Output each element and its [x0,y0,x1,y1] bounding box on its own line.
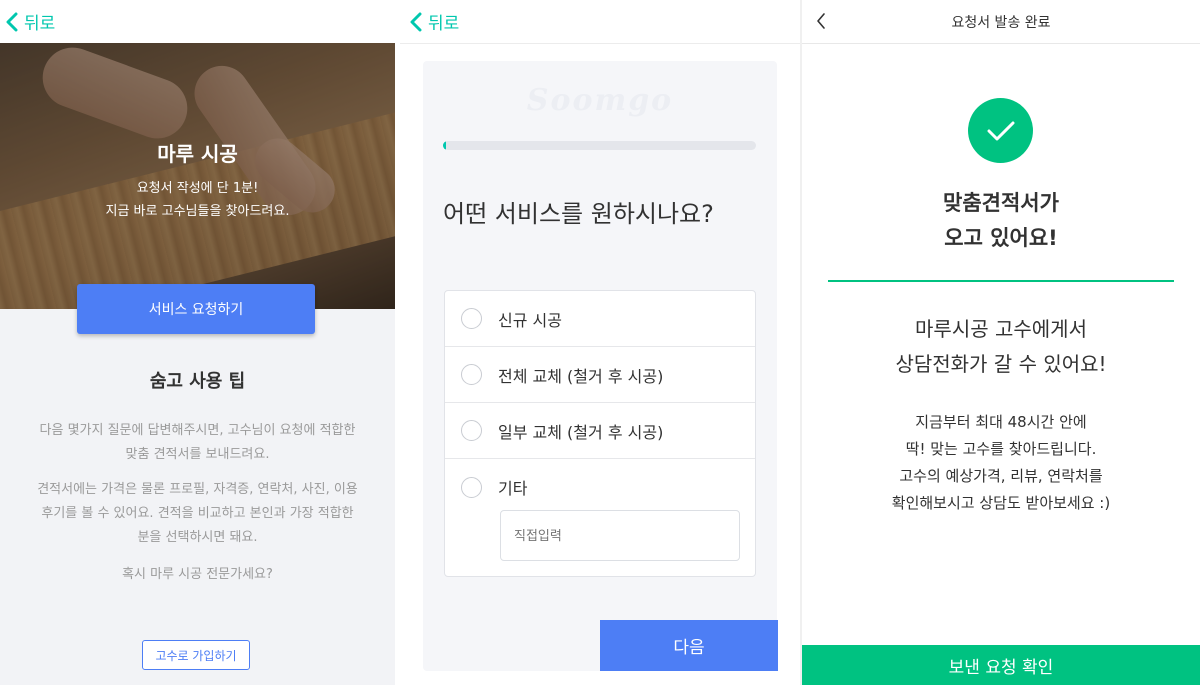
view-sent-request-button[interactable]: 보낸 요청 확인 [802,645,1200,685]
back-label: 뒤로 [24,14,56,34]
option-label: 신규 시공 [498,310,562,330]
radio-icon[interactable] [461,308,482,329]
top-bar: 뒤로 [0,0,395,43]
call-notice: 마루시공 고수에게서 상담전화가 갈 수 있어요! [895,317,1107,376]
tips-title: 숨고 사용 팁 [149,371,246,392]
next-button[interactable]: 다음 [600,620,778,671]
back-button[interactable]: 뒤로 [6,9,55,34]
checkmark-icon [987,121,1014,140]
back-label: 뒤로 [428,14,460,34]
service-intro-screen: 뒤로 마루 시공 요청서 작성에 단 1분! 지금 바로 고수님들을 찾아드려요… [0,0,395,685]
radio-icon[interactable] [461,476,482,498]
service-question-screen: 뒤로 Soomgo 어떤 서비스를 원하시나요? 신규 시공 전체 교체 (철거… [400,0,800,685]
page-title: 요청서 발송 완료 [951,14,1051,31]
join-as-pro-button[interactable]: 고수로 가입하기 [142,640,250,670]
back-button[interactable]: 뒤로 [410,9,459,34]
question-card: Soomgo 어떤 서비스를 원하시나요? 신규 시공 전체 교체 (철거 후 … [423,61,777,671]
chevron-left-icon [410,12,422,31]
section-divider [828,280,1174,282]
question-title: 어떤 서비스를 원하시나요? [443,200,714,228]
tips-section: 숨고 사용 팁 다음 몇가지 질문에 답변해주시면, 고수님이 요청에 적합한 … [0,309,395,685]
option-full-replace[interactable]: 전체 교체 (철거 후 시공) [445,347,755,403]
tip-paragraph: 다음 몇가지 질문에 답변해주시면, 고수님이 요청에 적합한 맞춤 견적서를 … [39,423,356,462]
back-button[interactable] [816,12,826,34]
info-text: 지금부터 최대 48시간 안에 딱! 맞는 고수를 찾아드립니다. 고수의 예상… [891,413,1111,512]
done-heading: 맞춤견적서가 오고 있어요! [943,191,1059,250]
option-partial-replace[interactable]: 일부 교체 (철거 후 시공) [445,403,755,459]
radio-icon[interactable] [461,364,482,385]
progress-fill [443,141,447,150]
hero-subtitle: 요청서 작성에 단 1분! 지금 바로 고수님들을 찾아드려요. [105,181,290,219]
hero-title: 마루 시공 [157,142,238,166]
top-bar: 요청서 발송 완료 [802,0,1200,44]
progress-bar [443,141,756,150]
chevron-left-icon [6,12,18,31]
service-request-button[interactable]: 서비스 요청하기 [77,284,315,334]
chevron-left-icon [817,13,825,29]
option-other[interactable]: 기타 [445,459,755,515]
tip-paragraph: 견적서에는 가격은 물론 프로필, 자격증, 연락처, 사진, 이용 후기를 볼… [37,482,358,545]
pro-question: 혹시 마루 시공 전문가세요? [122,567,273,582]
request-sent-screen: 요청서 발송 완료 맞춤견적서가 오고 있어요! 마루시공 고수에게서 상담전화… [802,0,1200,685]
option-new-install[interactable]: 신규 시공 [445,291,755,347]
option-label: 기타 [498,479,528,498]
option-list: 신규 시공 전체 교체 (철거 후 시공) 일부 교체 (철거 후 시공) 기타 [444,290,756,577]
option-label: 일부 교체 (철거 후 시공) [498,422,664,442]
top-bar: 뒤로 [400,0,800,44]
direct-input-field[interactable] [500,510,740,561]
hero-banner: 마루 시공 요청서 작성에 단 1분! 지금 바로 고수님들을 찾아드려요. [0,43,395,309]
soomgo-watermark-logo: Soomgo [526,83,674,118]
radio-icon[interactable] [461,420,482,441]
option-label: 전체 교체 (철거 후 시공) [498,366,664,386]
success-check-icon [968,98,1033,163]
